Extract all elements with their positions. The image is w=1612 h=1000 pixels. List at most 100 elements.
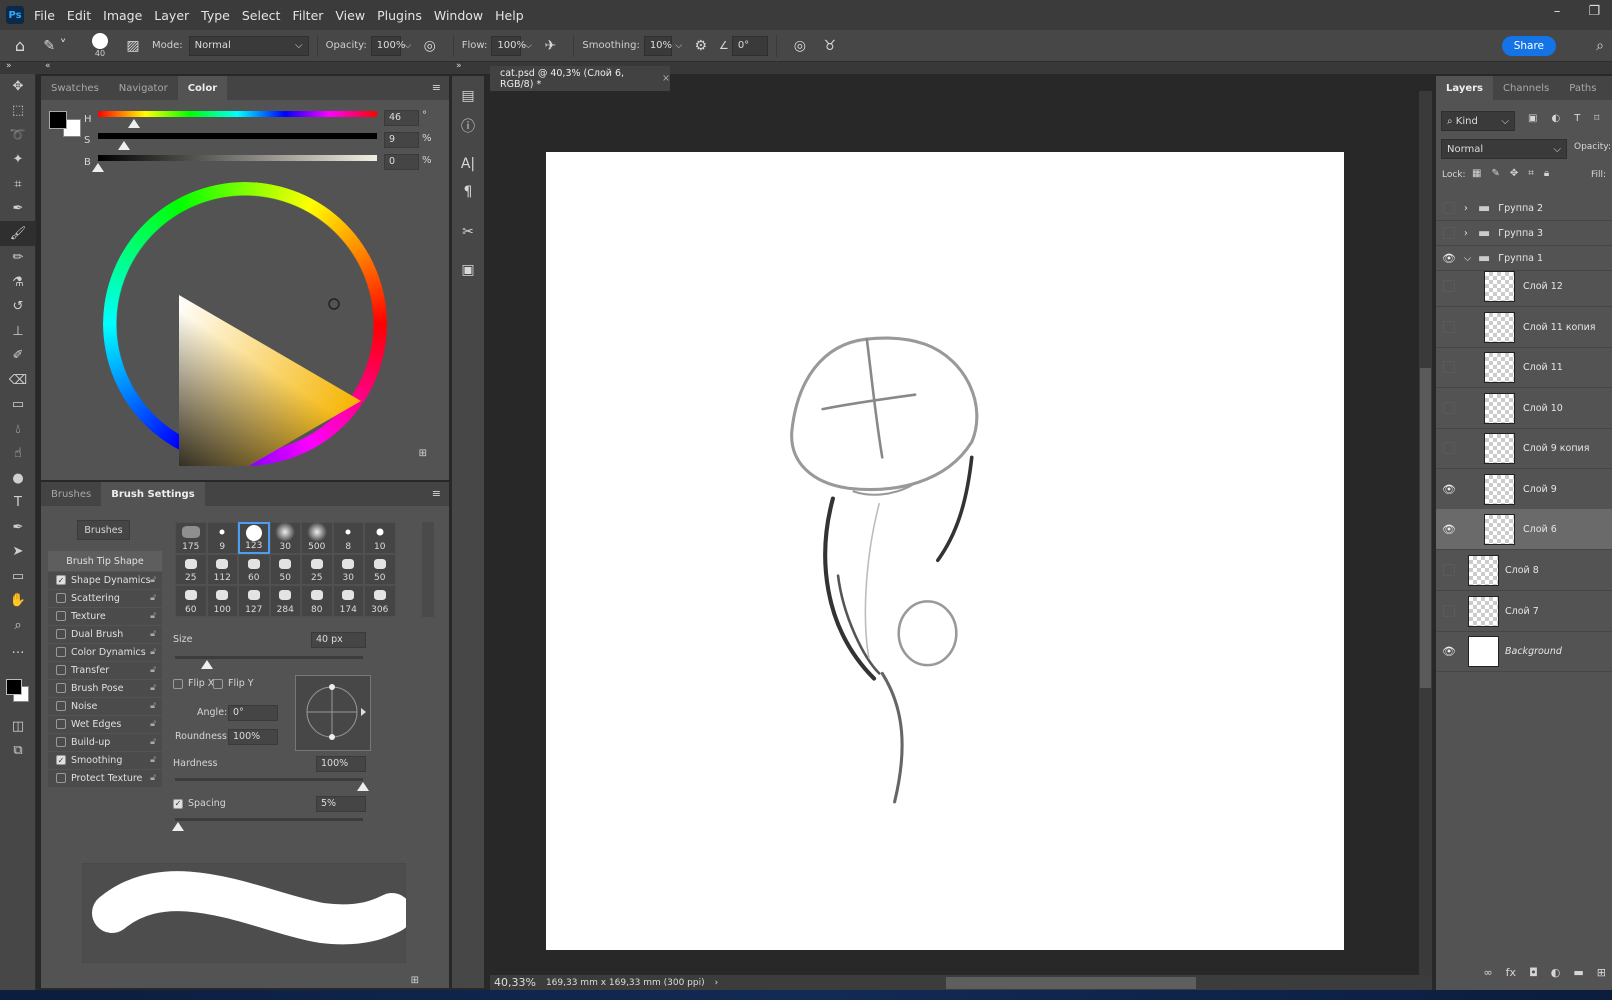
- horizontal-scrollbar-thumb[interactable]: [946, 976, 1196, 989]
- brush-tip[interactable]: 112: [206, 553, 238, 585]
- zoom-level[interactable]: 40,33%: [494, 976, 536, 989]
- marquee-tool-icon[interactable]: ⬚: [0, 99, 36, 124]
- brush-tip[interactable]: 60: [175, 585, 207, 617]
- layer-row[interactable]: › ▬ Группа 2: [1436, 196, 1612, 221]
- brush-tip[interactable]: 25: [175, 553, 207, 585]
- layer-row[interactable]: Слой 11 копия: [1436, 307, 1612, 348]
- visibility-toggle[interactable]: [1443, 321, 1455, 333]
- brush-option-wet-edges[interactable]: Wet Edges 🔓︎: [48, 715, 162, 733]
- screen-mode-icon[interactable]: ⧉: [0, 739, 36, 764]
- character-icon[interactable]: A|: [452, 149, 484, 179]
- chevron-down-icon[interactable]: ⌵: [672, 41, 686, 51]
- magic-wand-icon[interactable]: ✦: [0, 148, 36, 173]
- stamp-tool-icon[interactable]: ⊥: [0, 319, 36, 344]
- layer-row[interactable]: Слой 8: [1436, 550, 1612, 591]
- menu-plugins[interactable]: Plugins: [377, 8, 422, 23]
- menu-image[interactable]: Image: [103, 8, 142, 23]
- chevron-down-icon[interactable]: ⌵: [401, 41, 415, 51]
- shape-tool-icon[interactable]: ▭: [0, 564, 36, 589]
- path-select-icon[interactable]: ➤: [0, 540, 36, 565]
- art-history-icon[interactable]: ✐: [0, 344, 36, 369]
- gear-icon[interactable]: ⚙: [686, 38, 716, 54]
- size-field[interactable]: 40 px: [311, 632, 366, 648]
- vertical-scrollbar[interactable]: [1419, 91, 1432, 975]
- checkbox[interactable]: [56, 665, 66, 676]
- brush-option-transfer[interactable]: Transfer 🔓︎: [48, 661, 162, 679]
- add-icon[interactable]: ⊞: [419, 448, 427, 459]
- scrollbar-thumb[interactable]: [1420, 368, 1431, 688]
- lock-icon[interactable]: 🔓︎: [150, 737, 156, 747]
- chevron-down-icon[interactable]: ⌵: [1464, 253, 1476, 264]
- checkbox[interactable]: [56, 647, 66, 658]
- close-icon[interactable]: ×: [662, 73, 670, 84]
- menu-help[interactable]: Help: [495, 8, 524, 23]
- chevron-down-icon[interactable]: ⌵: [521, 41, 535, 51]
- minimize-button[interactable]: –: [1554, 4, 1561, 19]
- layer-row[interactable]: Слой 9 копия: [1436, 428, 1612, 469]
- spacing-field[interactable]: 5%: [316, 796, 366, 812]
- pen-tool-icon[interactable]: ✒: [0, 515, 36, 540]
- brush-option-protect-texture[interactable]: Protect Texture 🔓︎: [48, 769, 162, 787]
- brush-option-build-up[interactable]: Build-up 🔓︎: [48, 733, 162, 751]
- hardness-field[interactable]: 100%: [316, 756, 366, 772]
- saturation-field[interactable]: 9: [384, 132, 419, 148]
- brush-tool-preset-icon[interactable]: ✎ ˅: [40, 38, 70, 54]
- layer-filter-select[interactable]: ⌕ Kind ⌵: [1441, 111, 1515, 131]
- smoothing-field[interactable]: 10%: [643, 35, 672, 56]
- brush-tip[interactable]: 50: [269, 553, 301, 585]
- brush-settings-icon[interactable]: ✂: [452, 217, 484, 247]
- link-icon[interactable]: ∞: [1484, 966, 1493, 979]
- visibility-toggle[interactable]: [1443, 227, 1455, 239]
- checkbox[interactable]: [56, 683, 66, 694]
- brightness-slider-handle[interactable]: [92, 163, 104, 172]
- more-tools-icon[interactable]: …: [0, 638, 36, 663]
- eye-icon[interactable]: 👁︎: [1436, 483, 1462, 496]
- document-info[interactable]: 169,33 mm x 169,33 mm (300 ppi): [546, 978, 705, 988]
- brush-tip[interactable]: 100: [206, 585, 238, 617]
- menu-file[interactable]: File: [34, 8, 55, 23]
- visibility-toggle[interactable]: [1443, 564, 1455, 576]
- gradient-tool-icon[interactable]: ▭: [0, 393, 36, 418]
- spacing-checkbox[interactable]: ✓ Spacing: [173, 798, 226, 809]
- lock-image-icon[interactable]: ✎: [1491, 168, 1499, 179]
- visibility-toggle[interactable]: [1443, 202, 1455, 214]
- size-slider[interactable]: [175, 656, 363, 659]
- brush-option-shape-dynamics[interactable]: ✓ Shape Dynamics 🔓︎: [48, 571, 162, 589]
- tab-layers[interactable]: Layers: [1436, 76, 1493, 100]
- brush-tip[interactable]: 284: [269, 585, 301, 617]
- menu-select[interactable]: Select: [242, 8, 281, 23]
- chevron-right-icon[interactable]: ›: [1464, 228, 1476, 239]
- layer-row[interactable]: Слой 12: [1436, 266, 1612, 307]
- brush-tool-icon[interactable]: 🖌︎: [0, 221, 36, 246]
- hardness-slider-handle[interactable]: [357, 782, 369, 791]
- angle-field[interactable]: 0°: [228, 705, 278, 721]
- layer-row[interactable]: 👁︎ Слой 6: [1436, 509, 1612, 550]
- lasso-tool-icon[interactable]: ➰: [0, 123, 36, 148]
- search-icon[interactable]: ⌕: [1596, 38, 1604, 54]
- brush-settings-toggle-icon[interactable]: ▨: [120, 38, 146, 54]
- checkbox[interactable]: [56, 629, 66, 640]
- brush-option-brush-pose[interactable]: Brush Pose 🔓︎: [48, 679, 162, 697]
- lock-icon[interactable]: 🔓︎: [150, 755, 156, 765]
- lock-icon[interactable]: 🔓︎: [150, 611, 156, 621]
- brush-tip[interactable]: 80: [301, 585, 333, 617]
- brush-option-noise[interactable]: Noise 🔓︎: [48, 697, 162, 715]
- dodge-tool-icon[interactable]: ●: [0, 466, 36, 491]
- checkbox[interactable]: [56, 737, 66, 748]
- brush-tip[interactable]: 30: [269, 522, 301, 554]
- lock-artboard-icon[interactable]: ⌗: [1528, 168, 1534, 179]
- brush-preset-picker[interactable]: 40: [80, 33, 120, 58]
- canvas-area[interactable]: [490, 91, 1418, 975]
- eye-icon[interactable]: 👁︎: [1436, 252, 1462, 265]
- mask-icon[interactable]: ◘: [1529, 966, 1538, 979]
- adjustment-layer-icon[interactable]: ◐: [1551, 966, 1561, 979]
- spacing-slider-handle[interactable]: [172, 822, 184, 831]
- mode-select[interactable]: Normal ⌵: [188, 35, 309, 56]
- lock-icon[interactable]: 🔓︎: [150, 665, 156, 675]
- lock-icon[interactable]: 🔓︎: [150, 683, 156, 693]
- lock-position-icon[interactable]: ✥: [1510, 168, 1518, 179]
- lock-icon[interactable]: 🔓︎: [150, 701, 156, 711]
- brush-tip[interactable]: 123: [238, 522, 270, 554]
- history-brush-icon[interactable]: ↺: [0, 295, 36, 320]
- visibility-toggle[interactable]: [1443, 280, 1455, 292]
